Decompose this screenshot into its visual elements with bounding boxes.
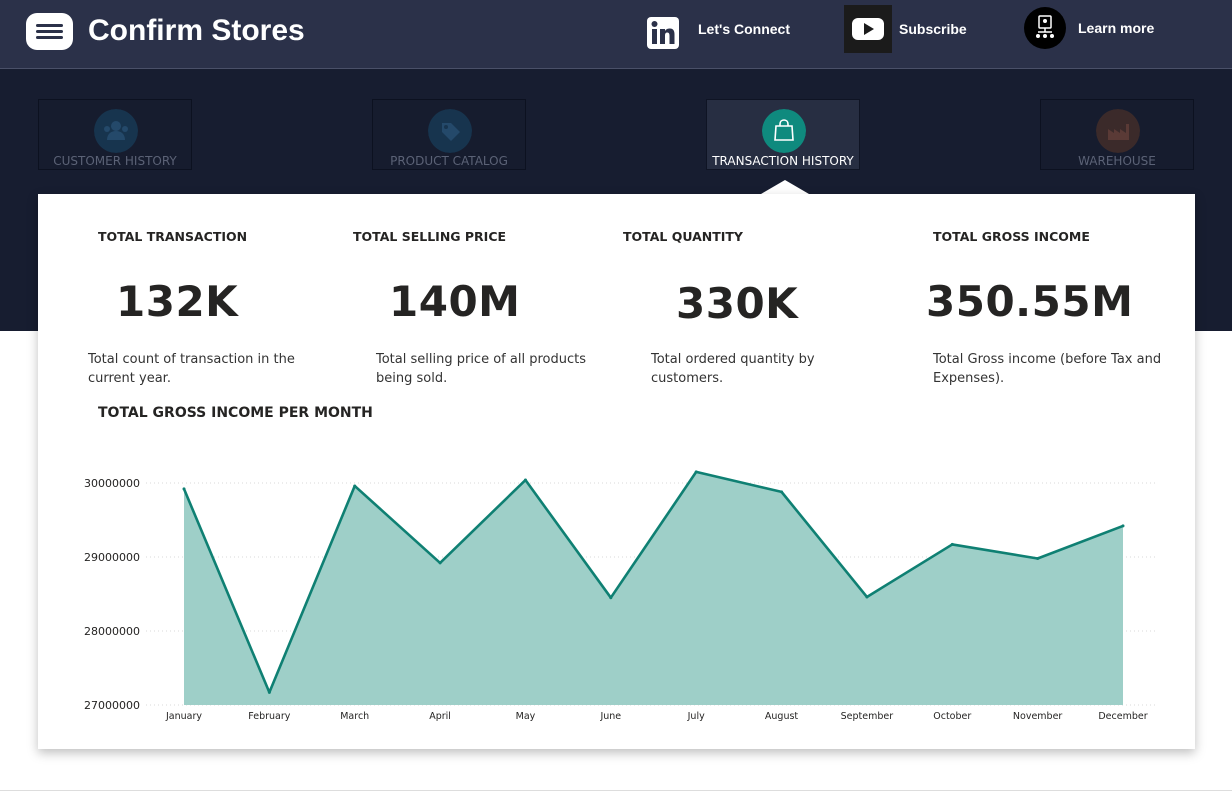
- lets-connect-label: Let's Connect: [698, 21, 791, 37]
- y-tick-label: 29000000: [84, 551, 140, 564]
- subscribe-label: Subscribe: [899, 21, 967, 37]
- x-tick-label: June: [599, 711, 621, 722]
- tag-icon: [428, 109, 472, 153]
- page-divider: [0, 790, 1232, 791]
- x-tick-label: November: [1013, 711, 1063, 722]
- tab-label: TRANSACTION HISTORY: [712, 154, 854, 168]
- data-point-february: [267, 690, 271, 694]
- data-point-january: [182, 487, 186, 491]
- area-fill: [184, 471, 1123, 705]
- x-tick-label: February: [248, 711, 290, 722]
- app-title: Confirm Stores: [88, 14, 305, 47]
- data-point-august: [780, 490, 784, 494]
- x-tick-label: May: [516, 711, 536, 722]
- menu-line: [36, 36, 63, 39]
- data-point-march: [353, 484, 357, 488]
- y-tick-label: 28000000: [84, 625, 140, 638]
- linkedin-icon: [647, 17, 679, 49]
- tab-transaction-history[interactable]: TRANSACTION HISTORY: [706, 99, 860, 170]
- data-point-april: [438, 561, 442, 565]
- tab-product-catalog[interactable]: PRODUCT CATALOG: [372, 99, 526, 170]
- x-tick-label: July: [687, 711, 705, 722]
- menu-line: [36, 24, 63, 27]
- tab-warehouse[interactable]: WAREHOUSE: [1040, 99, 1194, 170]
- customers-icon: [94, 109, 138, 153]
- learn-more-icon: [1024, 7, 1066, 49]
- youtube-icon: [844, 5, 892, 53]
- learn-more-label: Learn more: [1078, 20, 1155, 36]
- top-bar: Confirm Stores Let's Connect Subscribe L…: [0, 0, 1232, 69]
- tab-label: WAREHOUSE: [1078, 154, 1156, 168]
- x-tick-label: March: [340, 711, 369, 722]
- x-tick-label: September: [841, 711, 894, 722]
- x-tick-label: December: [1098, 711, 1147, 722]
- hamburger-menu-button[interactable]: [26, 13, 73, 50]
- tab-customer-history[interactable]: CUSTOMER HISTORY: [38, 99, 192, 170]
- x-tick-label: April: [429, 711, 451, 722]
- x-tick-label: August: [765, 711, 799, 722]
- y-tick-label: 27000000: [84, 699, 140, 712]
- x-tick-label: October: [933, 711, 971, 722]
- data-point-july: [694, 470, 698, 474]
- active-tab-pointer: [761, 180, 809, 194]
- gross-income-area-chart: 30000000 29000000 28000000 27000000 January F…: [84, 470, 1158, 722]
- factory-icon: [1096, 109, 1140, 153]
- data-point-november: [1036, 556, 1040, 560]
- tab-label: PRODUCT CATALOG: [390, 154, 508, 168]
- lets-connect-link[interactable]: Let's Connect: [645, 0, 805, 68]
- shopping-bag-icon: [762, 109, 806, 153]
- tab-label: CUSTOMER HISTORY: [53, 154, 177, 168]
- subscribe-link[interactable]: Subscribe: [844, 0, 984, 68]
- data-point-september: [865, 595, 869, 599]
- data-point-may: [523, 478, 527, 482]
- data-point-october: [950, 542, 954, 546]
- y-tick-label: 30000000: [84, 477, 140, 490]
- learn-more-link[interactable]: Learn more: [1024, 0, 1184, 68]
- data-point-june: [609, 596, 613, 600]
- transaction-summary-card: TOTAL TRANSACTION 132K Total count of tr…: [38, 194, 1195, 749]
- menu-line: [36, 30, 63, 33]
- x-tick-label: January: [165, 711, 202, 722]
- data-point-december: [1121, 524, 1125, 528]
